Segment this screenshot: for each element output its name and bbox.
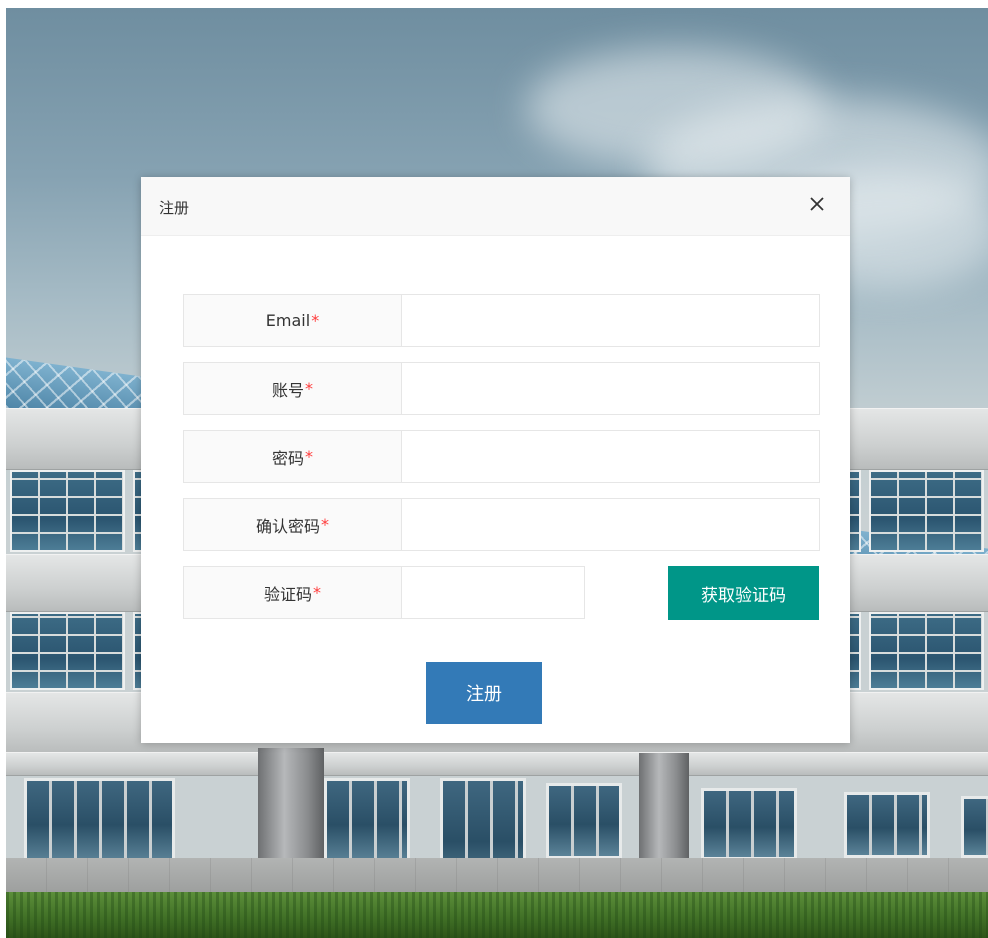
email-label: Email *	[183, 294, 402, 347]
ground-window	[324, 778, 410, 864]
confirm-password-label-text: 确认密码	[255, 516, 320, 536]
register-dialog: 注册 Email * 账号 * 密码 * 确认密码 * 验证码 * 获取验证码 …	[141, 177, 850, 743]
email-row: Email *	[183, 294, 820, 347]
captcha-input[interactable]	[401, 566, 585, 619]
account-input[interactable]	[401, 362, 820, 415]
email-label-text: Email	[265, 311, 311, 330]
required-mark: *	[313, 583, 321, 602]
ground-window	[961, 796, 988, 858]
password-row: 密码 *	[183, 430, 820, 483]
ground-window	[844, 792, 930, 858]
building-floor-band	[6, 752, 988, 776]
close-icon[interactable]	[806, 193, 828, 215]
ground-window	[24, 778, 175, 864]
required-mark: *	[311, 311, 320, 330]
captcha-label-text: 验证码	[263, 584, 312, 604]
get-code-button[interactable]: 获取验证码	[668, 566, 819, 620]
password-label: 密码 *	[183, 430, 402, 483]
password-input[interactable]	[401, 430, 820, 483]
captcha-label: 验证码 *	[183, 566, 402, 619]
confirm-password-input[interactable]	[401, 498, 820, 551]
password-label-text: 密码	[271, 448, 304, 468]
dialog-title: 注册	[159, 199, 190, 217]
hedge	[6, 892, 988, 938]
confirm-password-row: 确认密码 *	[183, 498, 820, 551]
register-button[interactable]: 注册	[426, 662, 542, 724]
required-mark: *	[305, 447, 313, 466]
dialog-header: 注册	[141, 177, 850, 236]
confirm-password-label: 确认密码 *	[183, 498, 402, 551]
account-label-text: 账号	[271, 380, 304, 400]
required-mark: *	[321, 515, 329, 534]
captcha-row: 验证码 *	[183, 566, 585, 619]
ground-window	[546, 783, 622, 859]
account-row: 账号 *	[183, 362, 820, 415]
email-input[interactable]	[401, 294, 820, 347]
ground-window	[701, 788, 797, 860]
account-label: 账号 *	[183, 362, 402, 415]
required-mark: *	[305, 379, 313, 398]
